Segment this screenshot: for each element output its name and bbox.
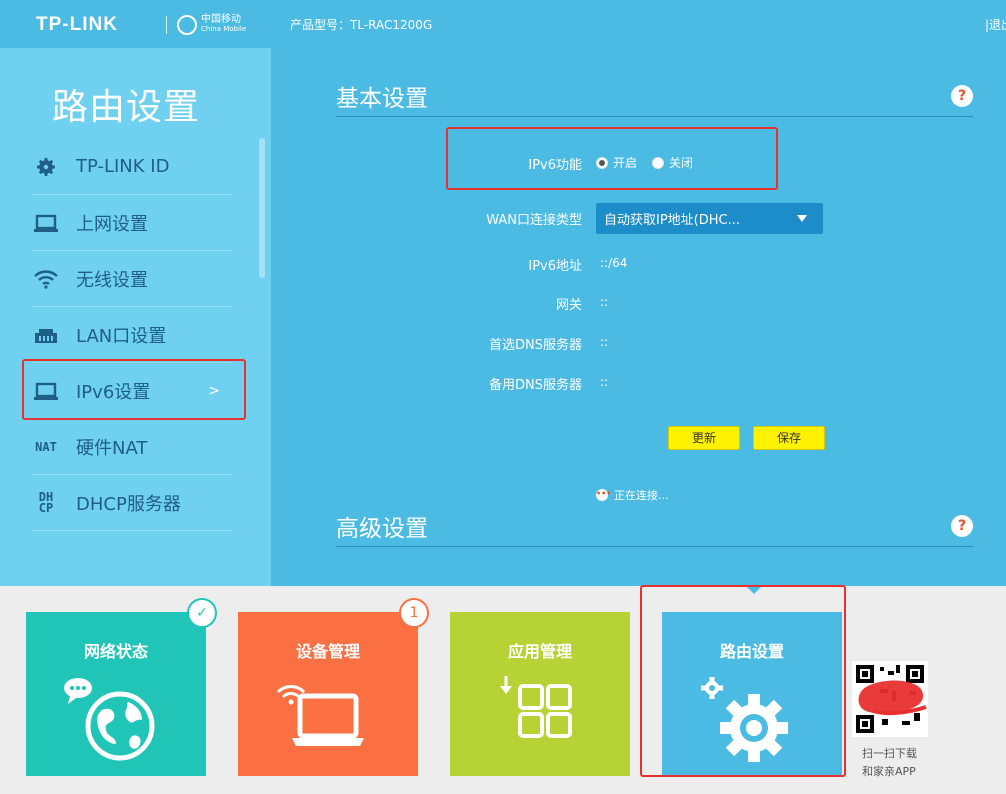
sidebar-scrollbar[interactable]: [259, 138, 265, 278]
sidebar-item-label: 硬件NAT: [76, 437, 148, 459]
product-model: 产品型号：TL-RAC1200G: [290, 18, 433, 32]
apps-grid-icon: [500, 676, 572, 738]
wan-type-label: WAN口连接类型: [486, 213, 582, 228]
radio-dot: [652, 156, 664, 169]
advanced-settings-title: 高级设置: [336, 516, 428, 542]
tile-router-settings[interactable]: 路由设置: [662, 612, 842, 776]
tile-device-management[interactable]: 设备管理: [238, 612, 418, 776]
wan-type-value: 自动获取IP地址(DHC...: [604, 213, 741, 228]
radio-dot-checked: [596, 156, 608, 169]
tplink-logo: TP-LINK: [36, 14, 118, 35]
save-button[interactable]: 保存: [753, 426, 825, 450]
refresh-button[interactable]: 更新: [668, 426, 740, 450]
caret-down-icon: [797, 215, 807, 222]
section-divider: [336, 546, 973, 547]
help-icon[interactable]: ?: [951, 515, 973, 537]
ipv6-on-radio[interactable]: 开启: [596, 154, 637, 171]
tile-label: 设备管理: [295, 642, 360, 661]
laptop-wifi-icon: [276, 685, 364, 746]
sidebar-title: 路由设置: [52, 87, 201, 128]
sidebar-item-ipv6[interactable]: IPv6设置 >: [32, 363, 232, 419]
sidebar-item-internet[interactable]: 上网设置: [32, 195, 232, 251]
check-badge-icon: ✓: [187, 598, 217, 628]
dhcp-icon: DH CP: [38, 489, 54, 515]
qr-code-icon: [856, 665, 927, 733]
gateway-label: 网关: [555, 298, 582, 313]
logo-divider: [166, 16, 167, 34]
sidebar-item-label: IPv6设置: [76, 381, 151, 403]
status-text: 正在连接...: [614, 489, 669, 502]
tile-label: 路由设置: [719, 642, 784, 661]
gateway-value: ::: [600, 295, 609, 309]
radio-label: 开启: [613, 156, 638, 170]
qr-caption-line1: 扫一扫下载: [862, 747, 917, 760]
ethernet-icon: [32, 323, 60, 347]
partner-en: China Mobile: [201, 25, 247, 33]
ipv6-function-label: IPv6功能: [528, 158, 582, 173]
primary-dns-label: 首选DNS服务器: [489, 338, 582, 353]
laptop-icon: [32, 379, 60, 403]
chevron-right-icon: >: [208, 383, 220, 399]
connection-status: ••• 正在连接...: [596, 487, 669, 503]
qr-code[interactable]: [852, 661, 928, 737]
sidebar-item-label: DHCP服务器: [76, 493, 181, 515]
radio-label: 关闭: [669, 156, 694, 170]
sidebar-item-lan[interactable]: LAN口设置: [32, 307, 232, 363]
gears-icon: [701, 677, 788, 762]
sidebar-item-label: 上网设置: [76, 213, 148, 235]
china-mobile-logo-icon: [177, 15, 197, 35]
secondary-dns-label: 备用DNS服务器: [489, 378, 582, 393]
wan-type-select[interactable]: 自动获取IP地址(DHC...: [596, 203, 823, 234]
tile-network-status[interactable]: 网络状态: [26, 612, 206, 776]
active-tile-pointer: [746, 586, 762, 594]
ipv6-off-radio[interactable]: 关闭: [652, 154, 693, 171]
nat-icon: NAT: [35, 439, 57, 454]
ipv6-address-value: ::/64: [600, 256, 628, 270]
sidebar-item-hardware-nat[interactable]: NAT 硬件NAT: [32, 419, 232, 475]
partner-cn: 中国移动: [201, 14, 241, 25]
gear-icon: [32, 155, 60, 179]
sidebar-item-label: TP-LINK ID: [76, 156, 170, 177]
laptop-icon: [32, 211, 60, 235]
tile-app-management[interactable]: 应用管理: [450, 612, 630, 776]
basic-settings-title: 基本设置: [336, 86, 428, 112]
more-dots-icon: •••: [596, 489, 611, 501]
globe-chat-icon: [64, 678, 155, 761]
sidebar-item-tplink-id[interactable]: TP-LINK ID: [32, 139, 232, 195]
help-icon[interactable]: ?: [951, 85, 973, 107]
tile-label: 应用管理: [507, 642, 572, 661]
wifi-icon: [32, 267, 60, 291]
qr-caption-line2: 和家亲APP: [862, 765, 916, 778]
tile-label: 网络状态: [83, 642, 148, 661]
count-badge: 1: [399, 598, 429, 628]
secondary-dns-value: ::: [600, 375, 609, 389]
sidebar-item-dhcp[interactable]: DH CP DHCP服务器: [32, 475, 232, 531]
ipv6-address-label: IPv6地址: [528, 259, 582, 274]
primary-dns-value: ::: [600, 335, 609, 349]
sidebar-item-label: 无线设置: [76, 269, 148, 291]
section-divider: [336, 116, 973, 117]
header: TP-LINK 中国移动 China Mobile 产品型号：TL-RAC120…: [0, 0, 1006, 48]
logout-link[interactable]: |退出: [985, 16, 1006, 33]
sidebar-item-wireless[interactable]: 无线设置: [32, 251, 232, 307]
china-mobile-logo-text: 中国移动 China Mobile: [201, 14, 246, 34]
sidebar-item-label: LAN口设置: [76, 325, 167, 347]
